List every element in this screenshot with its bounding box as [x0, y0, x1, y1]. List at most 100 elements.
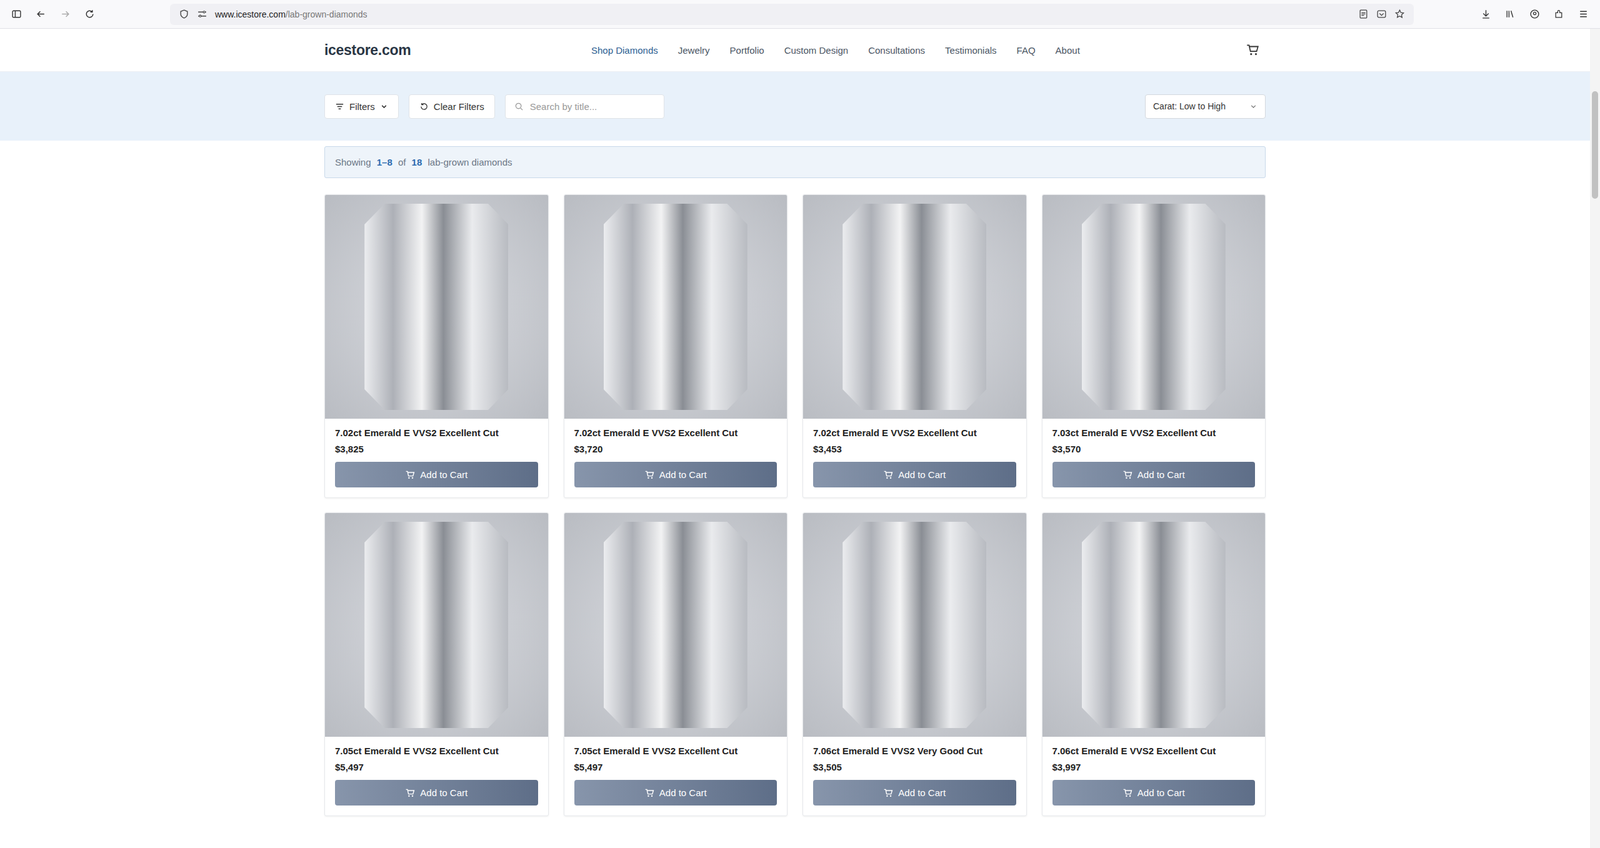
- cart-icon: [405, 788, 415, 799]
- product-image[interactable]: [803, 195, 1027, 419]
- forward-icon[interactable]: [60, 8, 71, 20]
- cart-icon: [1122, 788, 1133, 799]
- product-image[interactable]: [803, 513, 1027, 737]
- nav-item[interactable]: Testimonials: [945, 45, 997, 56]
- nav-item[interactable]: About: [1055, 45, 1080, 56]
- product-title[interactable]: 7.03ct Emerald E VVS2 Excellent Cut: [1052, 427, 1256, 439]
- permissions-icon[interactable]: [196, 8, 208, 20]
- cart-icon: [883, 470, 894, 480]
- product-image[interactable]: [564, 195, 788, 419]
- diamond-shape: [1081, 203, 1226, 410]
- diamond-shape: [842, 521, 987, 729]
- product-card[interactable]: 7.02ct Emerald E VVS2 Excellent Cut $3,72…: [563, 194, 789, 499]
- product-price: $3,453: [813, 443, 1017, 455]
- add-to-cart-button[interactable]: Add to Cart: [335, 780, 539, 806]
- add-to-cart-button[interactable]: Add to Cart: [813, 461, 1017, 488]
- product-title[interactable]: 7.06ct Emerald E VVS2 Excellent Cut: [1052, 745, 1256, 757]
- product-card[interactable]: 7.05ct Emerald E VVS2 Excellent Cut $5,49…: [324, 512, 549, 817]
- cart-icon: [1122, 470, 1133, 480]
- results-summary: Showing 1–8 of 18 lab-grown diamonds: [324, 146, 1266, 179]
- menu-icon[interactable]: [1578, 8, 1589, 20]
- product-image[interactable]: [1042, 513, 1266, 737]
- nav-item[interactable]: Consultations: [868, 45, 925, 56]
- diamond-shape: [1081, 521, 1226, 729]
- scrollbar-thumb[interactable]: [1591, 91, 1599, 199]
- add-to-cart-button[interactable]: Add to Cart: [1052, 461, 1256, 488]
- nav-item[interactable]: Portfolio: [730, 45, 765, 56]
- product-image[interactable]: [564, 513, 788, 737]
- product-image[interactable]: [1042, 195, 1266, 419]
- cart-icon[interactable]: [1245, 43, 1260, 57]
- product-price: $5,497: [574, 761, 778, 773]
- bookmark-star-icon[interactable]: [1394, 8, 1405, 20]
- product-price: $3,997: [1052, 761, 1256, 773]
- browser-window: www.icestore.com/lab-grown-diamonds icest…: [0, 0, 1600, 848]
- product-card[interactable]: 7.03ct Emerald E VVS2 Excellent Cut $3,57…: [1041, 194, 1267, 499]
- chevron-down-icon: [380, 102, 389, 111]
- diamond-shape: [603, 521, 748, 729]
- diamond-shape: [364, 521, 509, 729]
- clear-filters-button[interactable]: Clear Filters: [408, 94, 495, 119]
- add-to-cart-button[interactable]: Add to Cart: [574, 461, 778, 488]
- product-price: $5,497: [335, 761, 539, 773]
- product-price: $3,570: [1052, 443, 1256, 455]
- cart-icon: [405, 470, 415, 480]
- add-to-cart-button[interactable]: Add to Cart: [335, 461, 539, 488]
- downloads-icon[interactable]: [1480, 8, 1492, 20]
- product-title[interactable]: 7.02ct Emerald E VVS2 Excellent Cut: [574, 427, 778, 439]
- product-price: $3,825: [335, 443, 539, 455]
- product-card[interactable]: 7.05ct Emerald E VVS2 Excellent Cut $5,49…: [563, 512, 789, 817]
- product-card[interactable]: 7.02ct Emerald E VVS2 Excellent Cut $3,82…: [324, 194, 549, 499]
- main-nav: Shop Diamonds Jewelry Portfolio Custom Desi…: [591, 45, 1080, 56]
- diamond-shape: [842, 203, 987, 410]
- nav-item[interactable]: Shop Diamonds: [591, 45, 659, 56]
- add-to-cart-button[interactable]: Add to Cart: [813, 780, 1017, 806]
- cart-icon: [644, 788, 655, 799]
- product-image[interactable]: [325, 195, 549, 419]
- url-bar[interactable]: www.icestore.com/lab-grown-diamonds: [170, 3, 1414, 25]
- filters-button[interactable]: Filters: [324, 94, 399, 119]
- extensions-icon[interactable]: [1553, 8, 1565, 20]
- product-grid: 7.02ct Emerald E VVS2 Excellent Cut $3,82…: [324, 194, 1266, 817]
- nav-item[interactable]: Custom Design: [784, 45, 849, 56]
- product-price: $3,720: [574, 443, 778, 455]
- reader-icon[interactable]: [1358, 8, 1369, 20]
- reset-icon: [419, 101, 429, 112]
- sort-select[interactable]: Carat: Low to High: [1145, 94, 1266, 119]
- product-image[interactable]: [325, 513, 549, 737]
- nav-item[interactable]: FAQ: [1016, 45, 1036, 56]
- logo[interactable]: icestore.com: [324, 41, 592, 59]
- page: icestore.comShop Diamonds Jewelry Portfoli…: [0, 28, 1590, 848]
- add-to-cart-button[interactable]: Add to Cart: [574, 780, 778, 806]
- cart-icon: [883, 788, 894, 799]
- product-price: $3,505: [813, 761, 1017, 773]
- library-icon[interactable]: [1505, 8, 1516, 20]
- chevron-down-icon: [1249, 102, 1258, 111]
- product-card[interactable]: 7.06ct Emerald E VVS2 Excellent Cut $3,99…: [1041, 512, 1267, 817]
- diamond-shape: [364, 203, 509, 410]
- filter-icon: [335, 101, 345, 112]
- account-icon[interactable]: [1529, 8, 1540, 20]
- diamond-shape: [603, 203, 748, 410]
- product-title[interactable]: 7.02ct Emerald E VVS2 Excellent Cut: [335, 427, 539, 439]
- sidebar-icon[interactable]: [11, 8, 22, 20]
- product-card[interactable]: 7.02ct Emerald E VVS2 Excellent Cut $3,45…: [802, 194, 1027, 499]
- filter-bar: Filters Clear Filters Search by title... Ca…: [0, 71, 1590, 141]
- url-text: www.icestore.com/lab-grown-diamonds: [215, 9, 368, 20]
- browser-toolbar: www.icestore.com/lab-grown-diamonds: [0, 0, 1600, 29]
- search-icon: [514, 101, 524, 112]
- product-card[interactable]: 7.06ct Emerald E VVS2 Very Good Cut $3,50…: [802, 512, 1027, 817]
- product-title[interactable]: 7.02ct Emerald E VVS2 Excellent Cut: [813, 427, 1017, 439]
- pocket-icon[interactable]: [1376, 8, 1387, 20]
- search-field[interactable]: Search by title...: [505, 94, 665, 119]
- cart-icon: [644, 470, 655, 480]
- nav-item[interactable]: Jewelry: [678, 45, 710, 56]
- reload-icon[interactable]: [84, 8, 95, 20]
- scrollbar[interactable]: [1590, 28, 1600, 848]
- shield-icon: [178, 8, 190, 20]
- product-title[interactable]: 7.05ct Emerald E VVS2 Excellent Cut: [335, 745, 539, 757]
- add-to-cart-button[interactable]: Add to Cart: [1052, 780, 1256, 806]
- product-title[interactable]: 7.05ct Emerald E VVS2 Excellent Cut: [574, 745, 778, 757]
- back-icon[interactable]: [35, 8, 47, 20]
- product-title[interactable]: 7.06ct Emerald E VVS2 Very Good Cut: [813, 745, 1017, 757]
